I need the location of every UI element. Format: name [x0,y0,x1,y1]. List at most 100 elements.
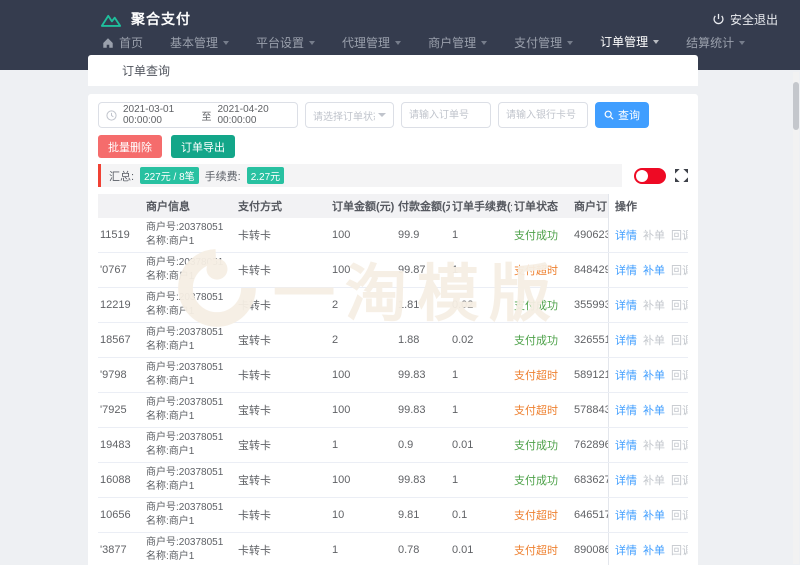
op-supplement-link: 补单 [643,230,665,242]
order-export-button[interactable]: 订单导出 [171,135,235,158]
merchant-info-cell: 商户号:20378051 名称:商户1 [144,464,236,496]
status-badge: 支付成功 [514,300,558,312]
op-callback-link: 回调 [671,230,688,242]
merchant-number: 商户号:20378051 [146,327,224,338]
nav-item-label: 结算统计 [686,36,735,50]
op-supplement-link: 补单 [643,475,665,487]
tab-order-query[interactable]: 订单查询 [122,62,170,79]
search-form: 2021-03-01 00:00:00 至 2021-04-20 00:00:0… [98,102,688,128]
order-amount-cell: 1 [332,439,339,451]
op-detail-link[interactable]: 详情 [615,437,637,453]
merchant-name: 名称:商户1 [146,306,195,317]
logout-button[interactable]: 安全退出 [712,11,778,28]
merchant-info-cell: 商户号:20378051 名称:商户1 [144,254,236,286]
order-amount-cell: 2 [332,334,339,346]
op-supplement-link[interactable]: 补单 [643,542,665,558]
op-detail-link[interactable]: 详情 [615,402,637,418]
pay-method-cell: 卡转卡 [238,265,271,277]
merchant-info-cell: 商户号:20378051 名称:商户1 [144,359,236,391]
date-separator: 至 [201,111,212,123]
op-supplement-link[interactable]: 补单 [643,367,665,383]
order-number-input[interactable] [401,102,491,128]
toggle-switch[interactable] [634,167,666,184]
order-amount-cell: 100 [332,229,351,241]
merchant-order-cell: 490623 [574,229,608,241]
op-detail-link[interactable]: 详情 [615,262,637,278]
op-detail-link[interactable]: 详情 [615,227,637,243]
op-detail-link[interactable]: 详情 [615,297,637,313]
merchant-order-cell: 890086 [574,544,608,556]
chevron-down-icon [739,41,746,45]
merchant-number: 商户号:20378051 [146,502,224,513]
op-callback-link: 回调 [671,440,688,452]
op-callback-link: 回调 [671,335,688,347]
chevron-down-icon [395,41,402,45]
summary-fee-badge: 2.27元 [246,167,285,184]
status-badge: 支付超时 [514,405,558,417]
op-detail-link[interactable]: 详情 [615,542,637,558]
date-range-picker[interactable]: 2021-03-01 00:00:00 至 2021-04-20 00:00:0… [98,102,298,128]
order-amount-cell: 100 [332,264,351,276]
paid-amount-cell: 1.88 [398,334,420,346]
operations-cell: 详情补单回调 [608,533,688,565]
order-fee-cell: 1 [452,369,459,381]
pay-method-cell: 卡转卡 [238,510,271,522]
bank-card-input[interactable] [498,102,588,128]
paid-amount-cell: 0.9 [398,439,414,451]
merchant-order-cell: 683627 [574,474,608,486]
op-detail-link[interactable]: 详情 [615,472,637,488]
merchant-info-cell: 商户号:20378051 名称:商户1 [144,324,236,356]
fullscreen-icon[interactable] [675,169,688,182]
vertical-scrollbar[interactable] [793,72,799,564]
order-number-cell: '0767 [100,264,127,276]
status-badge: 支付超时 [514,265,558,277]
order-status-select[interactable]: 请选择订单状态 [305,102,394,128]
table-row: 18567 商户号:20378051 名称:商户1 宝转卡 2 1.88 0.0… [98,323,688,358]
op-supplement-link[interactable]: 补单 [643,507,665,523]
order-number-cell: 10656 [100,509,131,521]
merchant-name: 名称:商户1 [146,271,195,282]
order-number-cell: '3877 [100,544,127,556]
merchant-number: 商户号:20378051 [146,292,224,303]
merchant-name: 名称:商户1 [146,236,195,247]
home-icon [103,37,113,48]
orders-table: 商户信息 支付方式 订单金额(元) 付款金额(元) 订单手续费(元) 订单状态 … [98,194,688,565]
query-button-label: 查询 [618,110,640,122]
scrollbar-thumb[interactable] [793,82,799,130]
clock-icon [106,109,117,121]
op-detail-link[interactable]: 详情 [615,507,637,523]
table-row: '7925 商户号:20378051 名称:商户1 宝转卡 100 99.83 … [98,393,688,428]
chevron-down-icon [378,113,386,117]
op-detail-link[interactable]: 详情 [615,367,637,383]
summary-total-badge: 227元 / 8笔 [140,167,199,184]
order-fee-cell: 0.01 [452,439,474,451]
merchant-info-cell: 商户号:20378051 名称:商户1 [144,534,236,565]
paid-amount-cell: 9.81 [398,509,420,521]
op-detail-link[interactable]: 详情 [615,332,637,348]
operations-cell: 详情补单回调 [608,218,688,252]
summary-bar: 汇总: 227元 / 8笔 手续费: 2.27元 [98,164,622,187]
order-amount-cell: 1 [332,544,339,556]
summary-total-label: 汇总: [109,170,135,183]
pay-method-cell: 宝转卡 [238,335,271,347]
op-supplement-link[interactable]: 补单 [643,262,665,278]
order-fee-cell: 1 [452,474,459,486]
pay-method-cell: 卡转卡 [238,300,271,312]
operations-cell: 详情补单回调 [608,498,688,532]
merchant-order-cell: 589121 [574,369,608,381]
table-body: 11519 商户号:20378051 名称:商户1 卡转卡 100 99.9 1… [98,218,688,565]
merchant-order-cell: 646517 [574,509,608,521]
batch-delete-button[interactable]: 批量删除 [98,135,162,158]
query-button[interactable]: 查询 [595,102,649,128]
merchant-info-cell: 商户号:20378051 名称:商户1 [144,499,236,531]
status-badge: 支付超时 [514,370,558,382]
toggle-knob [636,169,648,182]
merchant-name: 名称:商户1 [146,341,195,352]
op-callback-link: 回调 [671,265,688,277]
paid-amount-cell: 99.83 [398,474,426,486]
action-buttons: 批量删除 订单导出 [98,135,688,158]
merchant-order-cell: 326551 [574,334,608,346]
order-fee-cell: 1 [452,229,459,241]
chevron-down-icon [309,41,316,45]
op-supplement-link[interactable]: 补单 [643,402,665,418]
